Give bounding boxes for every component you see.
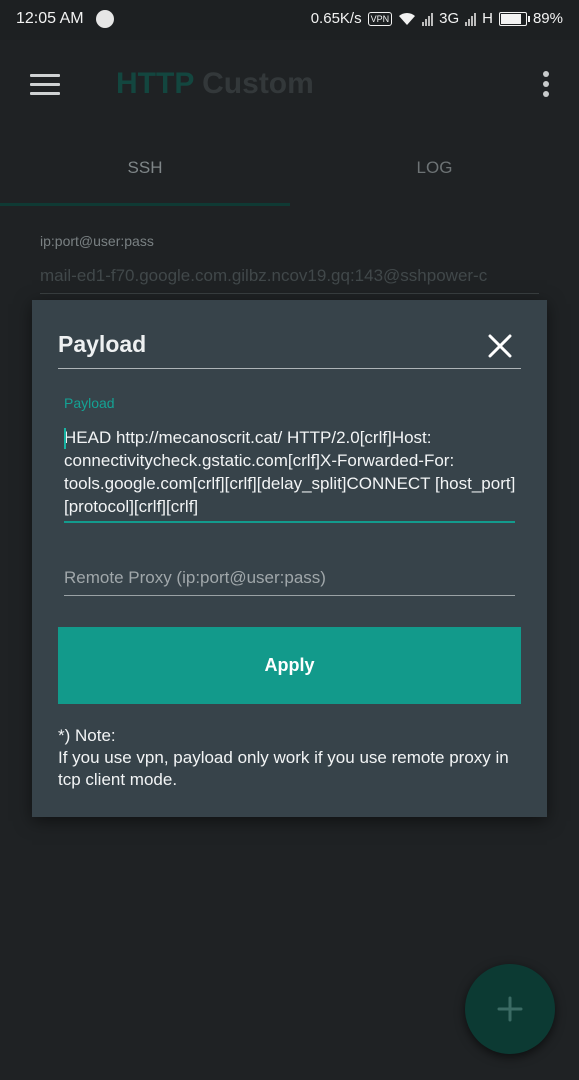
remote-proxy-underline <box>64 595 515 596</box>
vpn-icon: VPN <box>367 11 393 26</box>
app-bar: HTTP Custom <box>0 40 579 130</box>
tab-ssh[interactable]: SSH <box>0 130 290 206</box>
notification-face-icon <box>96 10 114 28</box>
plus-icon <box>497 996 523 1022</box>
payload-label: Payload <box>64 395 115 411</box>
note-body: If you use vpn, payload only work if you… <box>58 748 514 789</box>
app-title: HTTP Custom <box>116 67 314 101</box>
status-indicators: 0.65K/s VPN 3G H 89% <box>311 10 563 27</box>
battery-fill <box>500 13 521 24</box>
note: *) Note: If you use vpn, payload only wo… <box>58 725 528 791</box>
kebab-icon[interactable] <box>543 71 549 101</box>
battery-percent: 89% <box>532 10 563 27</box>
net-speed: 0.65K/s <box>310 10 362 27</box>
tab-bar: SSH LOG <box>0 130 579 206</box>
add-fab-button[interactable] <box>465 964 555 1054</box>
app-title-http: HTTP <box>116 67 194 100</box>
server-field-label: ip:port@user:pass <box>40 233 154 249</box>
battery-icon <box>498 11 530 26</box>
dialog-title-divider <box>58 368 521 369</box>
note-title: *) Note: <box>58 726 116 745</box>
payload-input-underline <box>64 521 515 523</box>
payload-dialog: Payload Payload HEAD http://mecanoscrit.… <box>32 300 547 817</box>
status-bar: 12:05 AM 0.65K/s VPN 3G H 89% <box>0 0 579 40</box>
wifi-icon <box>399 12 416 25</box>
dialog-title: Payload <box>58 331 147 357</box>
server-field-underline <box>40 293 539 294</box>
payload-input[interactable]: HEAD http://mecanoscrit.cat/ HTTP/2.0[cr… <box>64 426 516 518</box>
close-icon[interactable] <box>486 332 514 360</box>
text-cursor <box>64 428 66 449</box>
tab-indicator <box>0 203 290 206</box>
hamburger-icon[interactable] <box>30 74 60 95</box>
app-title-custom: Custom <box>202 67 314 100</box>
signal-bars-icon <box>422 12 434 26</box>
network-h: H <box>482 10 493 27</box>
status-time: 12:05 AM <box>16 10 84 27</box>
signal-bars-icon <box>465 12 477 26</box>
tab-log[interactable]: LOG <box>290 130 579 206</box>
network-3g: 3G <box>439 10 460 27</box>
apply-button[interactable]: Apply <box>58 627 521 704</box>
server-field[interactable]: mail-ed1-f70.google.com.gilbz.ncov19.gq:… <box>40 266 579 286</box>
remote-proxy-input[interactable]: Remote Proxy (ip:port@user:pass) <box>64 568 515 588</box>
